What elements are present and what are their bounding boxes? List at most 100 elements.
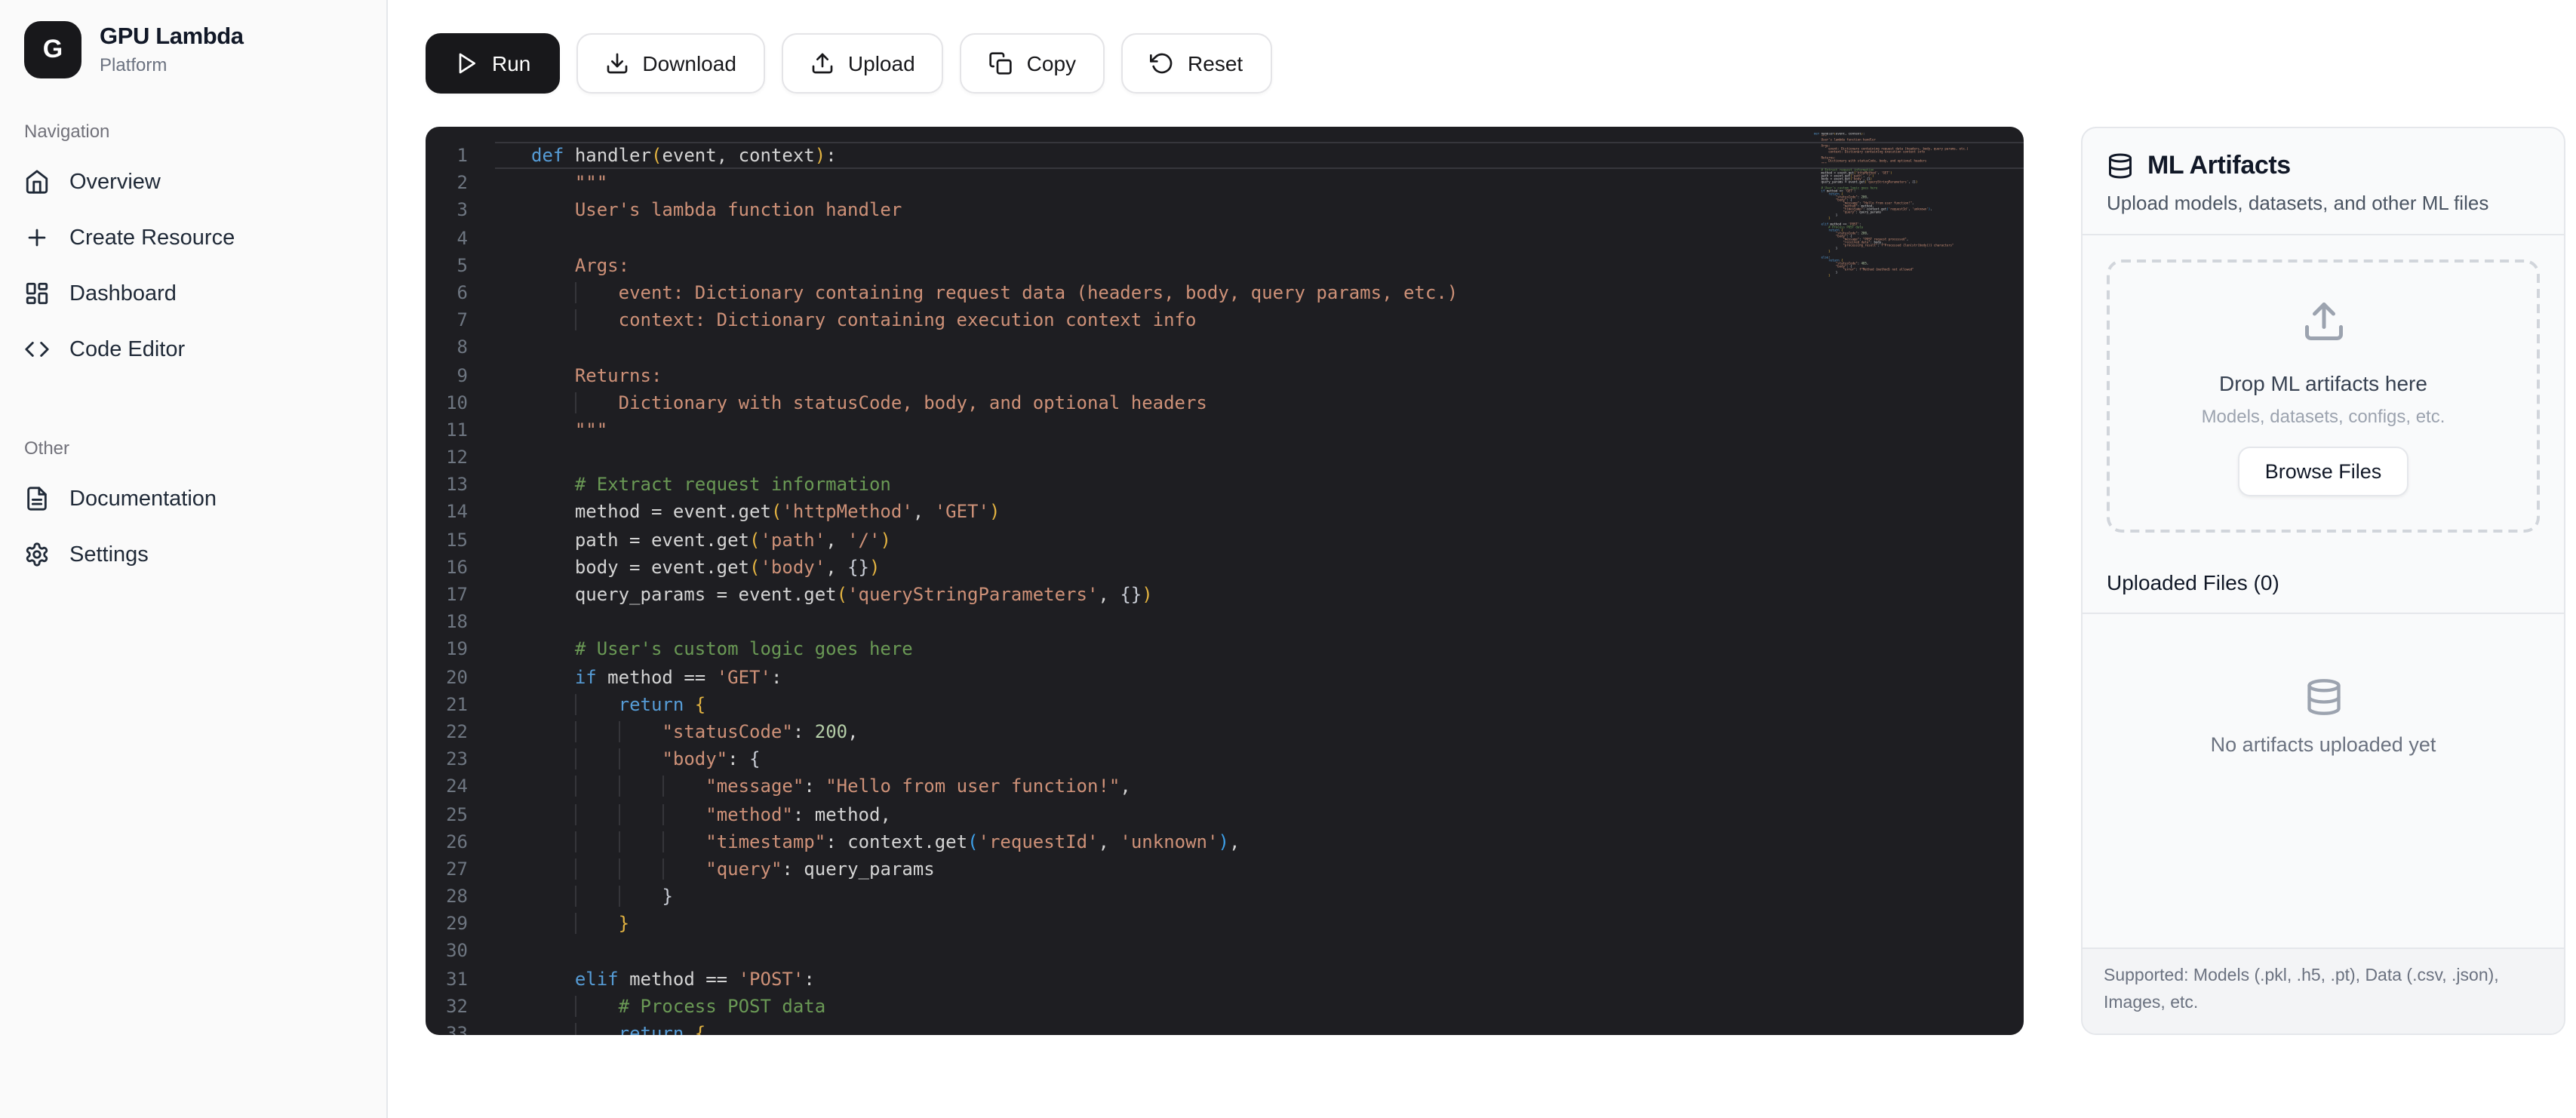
line-number: 5 xyxy=(426,252,495,279)
code-lines: 1def handler(event, context):2 """3 User… xyxy=(426,127,2024,1035)
code-line-29[interactable]: 29 } xyxy=(426,911,2024,938)
code-line-26[interactable]: 26 "timestamp": context.get('requestId',… xyxy=(426,828,2024,855)
code-line-28[interactable]: 28 } xyxy=(426,883,2024,910)
line-number: 19 xyxy=(426,636,495,663)
code-line-24[interactable]: 24 "message": "Hello from user function!… xyxy=(426,773,2024,800)
code-line-13[interactable]: 13 # Extract request information xyxy=(426,471,2024,499)
line-number: 6 xyxy=(426,279,495,306)
ml-artifacts-header: ML Artifacts Upload models, datasets, an… xyxy=(2083,128,2564,235)
code-line-22[interactable]: 22 "statusCode": 200, xyxy=(426,718,2024,745)
line-number: 18 xyxy=(426,608,495,635)
file-text-icon xyxy=(24,486,50,511)
code-editor[interactable]: 1def handler(event, context):2 """3 User… xyxy=(426,127,2024,1035)
code-line-21[interactable]: 21 return { xyxy=(426,691,2024,718)
sidebar-item-dashboard[interactable]: Dashboard xyxy=(0,266,386,321)
plus-icon xyxy=(24,225,50,250)
line-number: 25 xyxy=(426,800,495,828)
upload-button[interactable]: Upload xyxy=(782,33,944,94)
ml-artifacts-subtitle: Upload models, datasets, and other ML fi… xyxy=(2107,192,2540,214)
app-logo-letter: G xyxy=(43,35,63,65)
code-line-20[interactable]: 20 if method == 'GET': xyxy=(426,663,2024,690)
line-number: 14 xyxy=(426,499,495,526)
uploaded-files-empty-state: No artifacts uploaded yet xyxy=(2083,614,2564,948)
code-line-11[interactable]: 11 """ xyxy=(426,416,2024,444)
code-line-7[interactable]: 7 context: Dictionary containing executi… xyxy=(426,306,2024,333)
code-line-23[interactable]: 23 "body": { xyxy=(426,745,2024,772)
code-line-1[interactable]: 1def handler(event, context): xyxy=(426,142,2024,169)
sidebar-section-label: Other xyxy=(0,410,386,471)
app-logo: G xyxy=(24,21,81,78)
code-line-17[interactable]: 17 query_params = event.get('queryString… xyxy=(426,581,2024,608)
code-line-2[interactable]: 2 """ xyxy=(426,169,2024,196)
sidebar-item-label: Settings xyxy=(69,542,149,567)
line-number: 22 xyxy=(426,718,495,745)
minimap[interactable]: def handler(event, context): """ User's … xyxy=(1814,133,2003,567)
sidebar-item-label: Overview xyxy=(69,170,161,194)
code-line-6[interactable]: 6 event: Dictionary containing request d… xyxy=(426,279,2024,306)
sidebar-item-label: Dashboard xyxy=(69,281,177,306)
sidebar-section-label: Navigation xyxy=(0,94,386,154)
copy-button[interactable]: Copy xyxy=(961,33,1105,94)
copy-icon xyxy=(989,51,1013,75)
dropzone[interactable]: Drop ML artifacts here Models, datasets,… xyxy=(2107,260,2540,533)
download-button[interactable]: Download xyxy=(576,33,765,94)
code-line-18[interactable]: 18 xyxy=(426,608,2024,635)
line-number: 33 xyxy=(426,1020,495,1035)
code-line-3[interactable]: 3 User's lambda function handler xyxy=(426,197,2024,224)
button-label: Copy xyxy=(1027,51,1076,75)
code-line-10[interactable]: 10 Dictionary with statusCode, body, and… xyxy=(426,389,2024,416)
sidebar-item-documentation[interactable]: Documentation xyxy=(0,471,386,527)
database-icon xyxy=(2304,677,2343,717)
code-line-16[interactable]: 16 body = event.get('body', {}) xyxy=(426,554,2024,581)
line-number: 31 xyxy=(426,965,495,992)
line-number: 21 xyxy=(426,691,495,718)
sidebar-item-overview[interactable]: Overview xyxy=(0,154,386,210)
toolbar: Run Download Upload Copy Reset xyxy=(426,33,1271,94)
uploaded-files-header: Uploaded Files (0) xyxy=(2083,557,2564,614)
code-line-30[interactable]: 30 xyxy=(426,938,2024,965)
sidebar-item-label: Documentation xyxy=(69,487,217,511)
app-title: GPU Lambda xyxy=(100,24,244,52)
line-number: 29 xyxy=(426,911,495,938)
dropzone-subtitle: Models, datasets, configs, etc. xyxy=(2125,406,2522,427)
browse-files-button[interactable]: Browse Files xyxy=(2238,447,2409,496)
line-number: 15 xyxy=(426,526,495,553)
settings-icon xyxy=(24,542,50,567)
button-label: Reset xyxy=(1188,51,1243,75)
sidebar-item-settings[interactable]: Settings xyxy=(0,527,386,582)
code-line-31[interactable]: 31 elif method == 'POST': xyxy=(426,965,2024,992)
line-number: 2 xyxy=(426,169,495,196)
code-line-14[interactable]: 14 method = event.get('httpMethod', 'GET… xyxy=(426,499,2024,526)
app-logo-row: G GPU Lambda Platform xyxy=(0,0,386,94)
play-icon xyxy=(454,51,478,75)
code-line-8[interactable]: 8 xyxy=(426,334,2024,361)
code-line-9[interactable]: 9 Returns: xyxy=(426,361,2024,389)
code-line-32[interactable]: 32 # Process POST data xyxy=(426,993,2024,1020)
upload-icon xyxy=(2301,299,2346,344)
code-line-25[interactable]: 25 "method": method, xyxy=(426,800,2024,828)
run-button[interactable]: Run xyxy=(426,33,559,94)
line-number: 9 xyxy=(426,361,495,389)
button-label: Run xyxy=(492,51,530,75)
code-line-33[interactable]: 33 return { xyxy=(426,1020,2024,1035)
line-number: 20 xyxy=(426,663,495,690)
line-number: 23 xyxy=(426,745,495,772)
code-line-4[interactable]: 4 xyxy=(426,224,2024,251)
sidebar-item-create-resource[interactable]: Create Resource xyxy=(0,210,386,266)
code-line-27[interactable]: 27 "query": query_params xyxy=(426,855,2024,883)
line-number: 10 xyxy=(426,389,495,416)
code-line-5[interactable]: 5 Args: xyxy=(426,252,2024,279)
line-number: 27 xyxy=(426,855,495,883)
sidebar-sections: Navigation Overview Create Resource Dashboa… xyxy=(0,94,386,582)
code-icon xyxy=(24,336,50,362)
code-line-15[interactable]: 15 path = event.get('path', '/') xyxy=(426,526,2024,553)
line-number: 32 xyxy=(426,993,495,1020)
reset-button[interactable]: Reset xyxy=(1121,33,1271,94)
ml-artifacts-title: ML Artifacts xyxy=(2147,151,2291,181)
code-line-12[interactable]: 12 xyxy=(426,444,2024,471)
sidebar-item-code-editor[interactable]: Code Editor xyxy=(0,321,386,377)
line-number: 8 xyxy=(426,334,495,361)
code-line-19[interactable]: 19 # User's custom logic goes here xyxy=(426,636,2024,663)
line-number: 1 xyxy=(426,142,495,169)
dropzone-title: Drop ML artifacts here xyxy=(2125,371,2522,395)
